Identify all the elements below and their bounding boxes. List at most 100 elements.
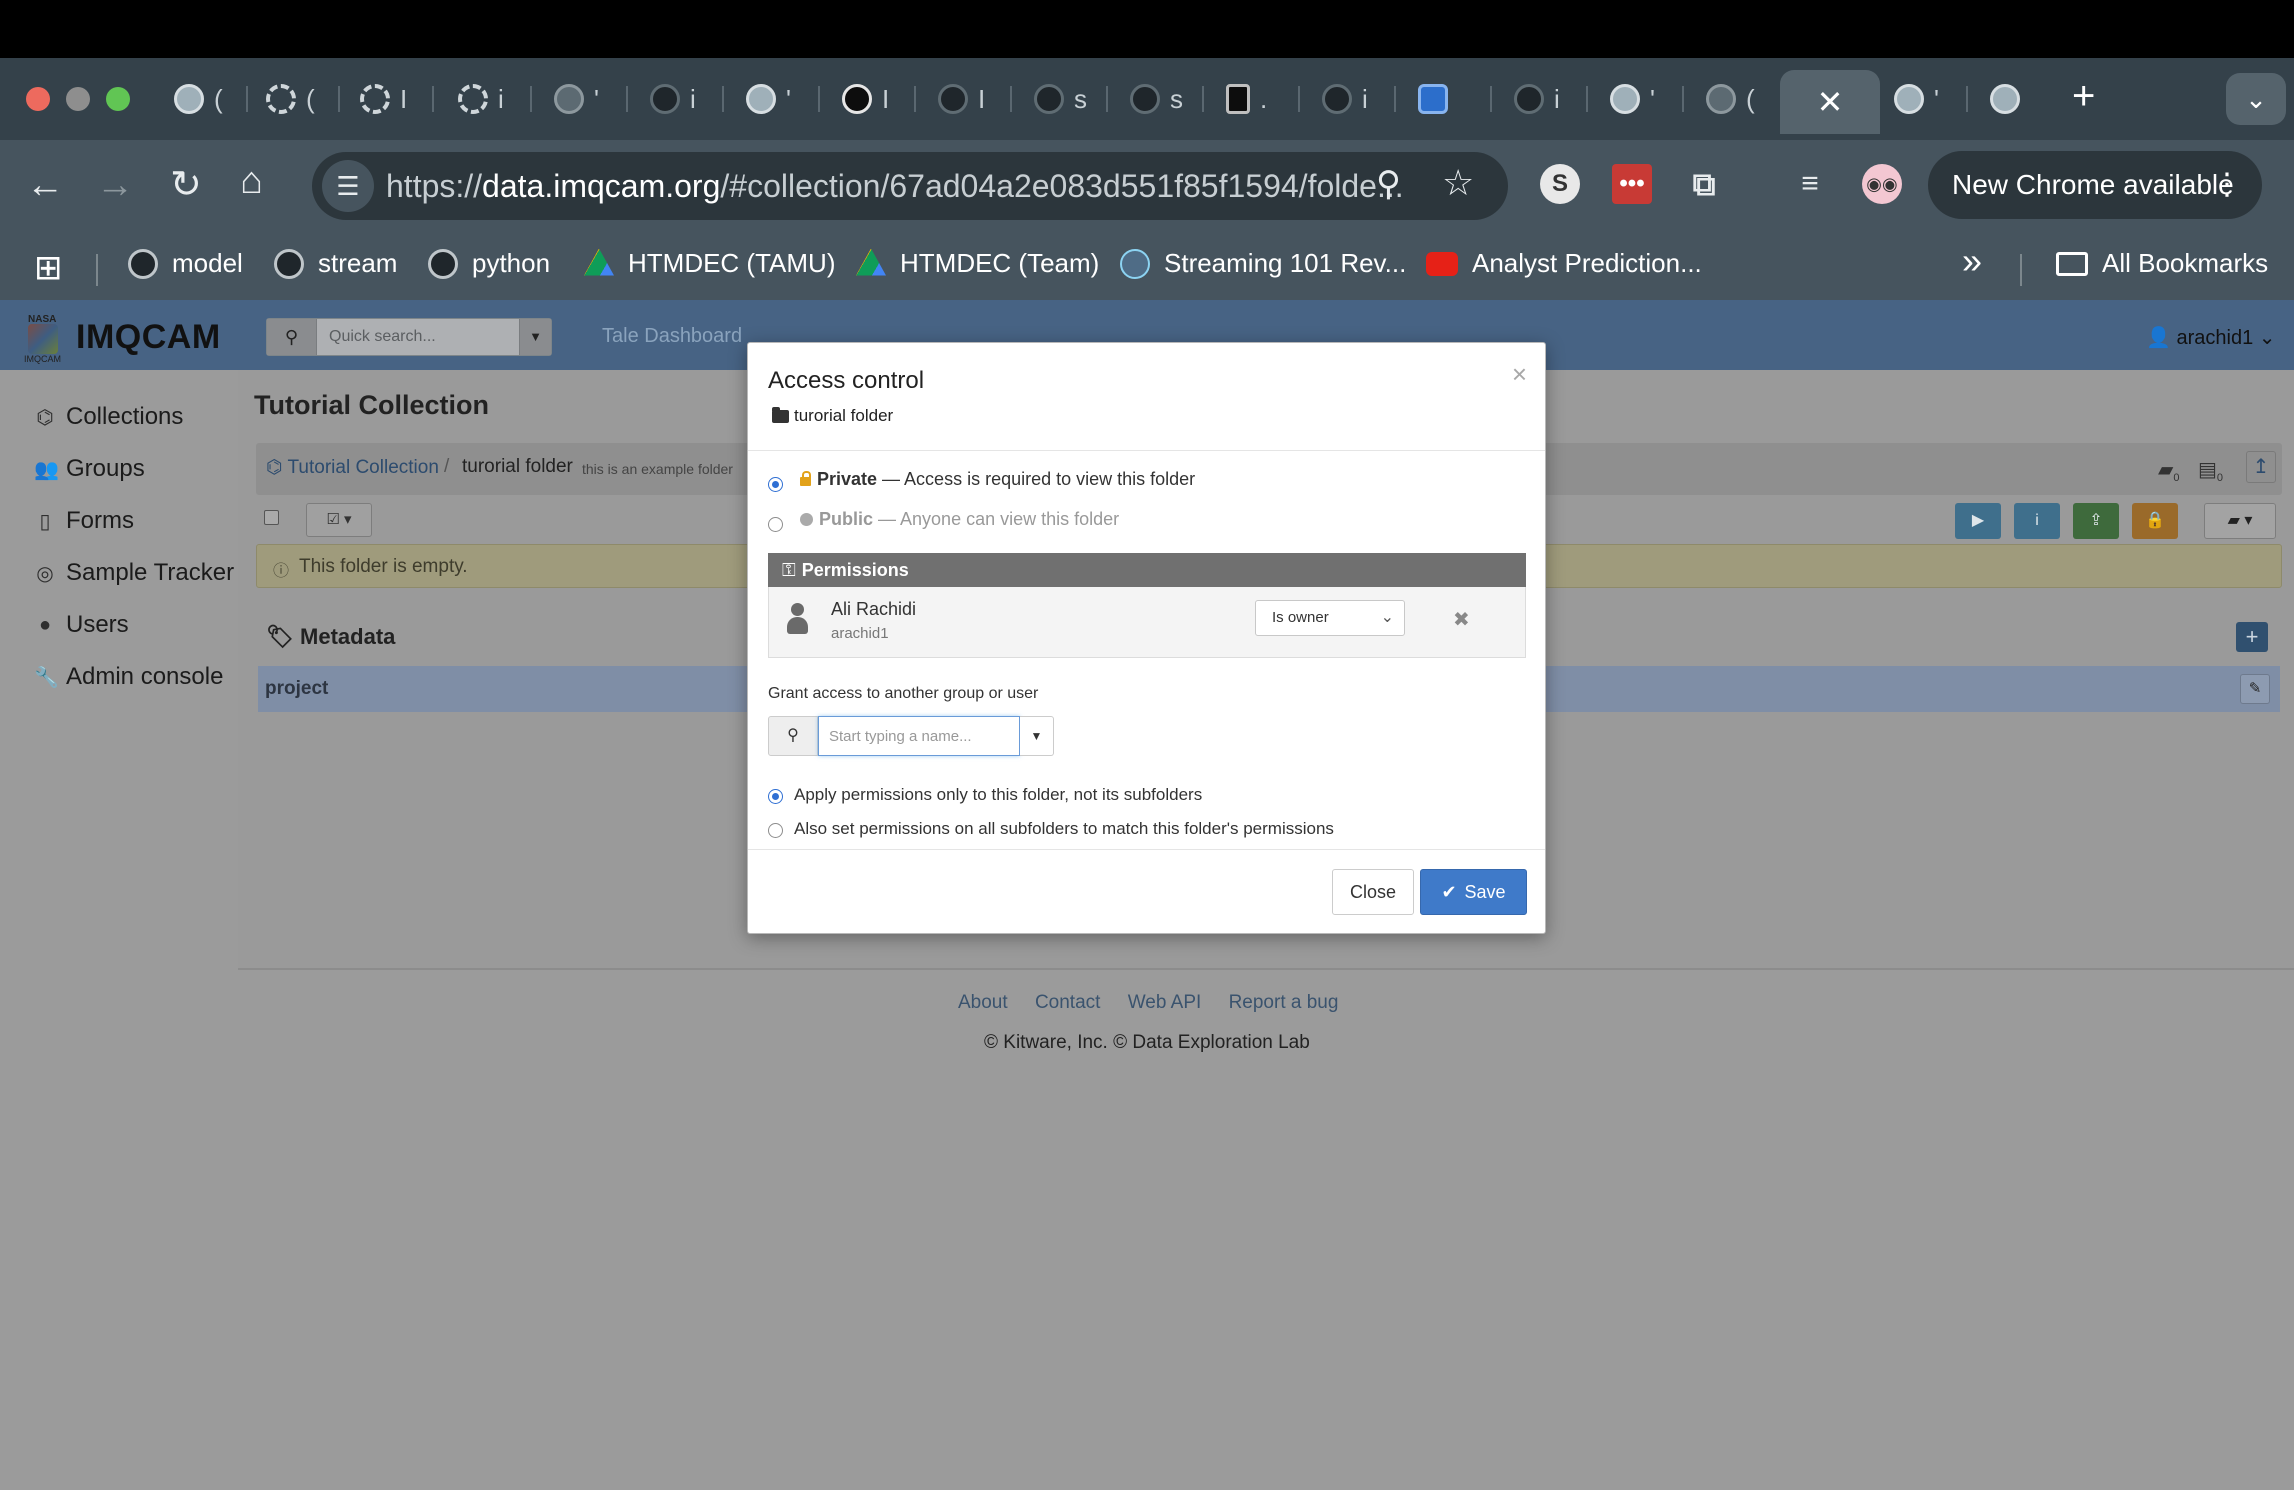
public-radio[interactable]: [768, 517, 783, 532]
close-icon[interactable]: ×: [1512, 361, 1527, 387]
all-bookmarks[interactable]: All Bookmarks: [2056, 248, 2268, 279]
private-option-label[interactable]: Private — Access is required to view thi…: [800, 469, 1195, 490]
window-close-button[interactable]: [26, 87, 50, 111]
tab-search-chevron-icon[interactable]: ⌄: [2226, 73, 2286, 125]
sidebar-item-forms[interactable]: ▯ Forms: [34, 507, 134, 535]
extension-s-icon[interactable]: S: [1540, 164, 1580, 204]
window-minimize-button[interactable]: [66, 87, 90, 111]
browser-tab[interactable]: [1404, 76, 1492, 122]
site-settings-icon[interactable]: ☰: [322, 160, 374, 212]
extensions-puzzle-icon[interactable]: ⧉: [1684, 164, 1724, 204]
tale-dashboard-link[interactable]: Tale Dashboard: [602, 325, 742, 348]
reload-icon[interactable]: ↻: [170, 162, 202, 207]
apply-recursive-label[interactable]: Also set permissions on all subfolders t…: [794, 819, 1334, 839]
upload-button[interactable]: ⇪: [2073, 503, 2119, 539]
permission-level-select[interactable]: Is owner ⌄: [1255, 600, 1405, 636]
bookmark-streaming-101[interactable]: Streaming 101 Rev...: [1120, 248, 1406, 279]
grant-access-input[interactable]: [818, 716, 1020, 756]
add-metadata-button[interactable]: +: [2236, 622, 2268, 652]
bookmark-stream[interactable]: stream: [274, 248, 397, 279]
breadcrumb-collection-link[interactable]: ⌬ Tutorial Collection: [266, 456, 439, 479]
app-logo-text[interactable]: IMQCAM: [76, 318, 221, 357]
bookmark-model[interactable]: model: [128, 248, 243, 279]
new-tab-button[interactable]: +: [2072, 74, 2095, 119]
sidebar-item-admin-console[interactable]: 🔧 Admin console: [34, 663, 223, 691]
footer-link-report-bug[interactable]: Report a bug: [1229, 992, 1339, 1013]
play-button[interactable]: ▶: [1955, 503, 2001, 539]
checked-actions-dropdown[interactable]: ☑ ▾: [306, 503, 372, 537]
url-text[interactable]: https://data.imqcam.org/#collection/67ad…: [386, 168, 1404, 205]
folder-actions-dropdown[interactable]: ▰ ▾: [2204, 503, 2276, 539]
bookmark-analyst-prediction[interactable]: Analyst Prediction...: [1426, 248, 1702, 279]
bookmark-htmdec-team[interactable]: HTMDEC (Team): [856, 248, 1099, 279]
parent-folder-arrow-icon[interactable]: ↥: [2246, 451, 2276, 483]
zoom-magnifier-icon[interactable]: ⚲: [1376, 164, 1401, 204]
quick-search-placeholder[interactable]: Quick search...: [329, 328, 436, 346]
bookmark-htmdec-tamu[interactable]: HTMDEC (TAMU): [584, 248, 835, 279]
active-browser-tab[interactable]: ✕: [1780, 70, 1880, 134]
youtube-icon: [1426, 251, 1458, 276]
new-chrome-available-button[interactable]: New Chrome available ⋮: [1928, 151, 2262, 219]
forward-arrow-icon[interactable]: →: [96, 164, 134, 207]
sidebar-item-collections[interactable]: ⌬ Collections: [34, 403, 183, 431]
footer-link-contact[interactable]: Contact: [1035, 992, 1100, 1013]
bookmark-star-icon[interactable]: ☆: [1442, 162, 1474, 204]
bookmark-python[interactable]: python: [428, 248, 550, 279]
public-option-label[interactable]: Public — Anyone can view this folder: [800, 509, 1119, 530]
address-bar[interactable]: ☰ https://data.imqcam.org/#collection/67…: [312, 152, 1508, 220]
dialog-title: Access control: [768, 367, 925, 394]
browser-tab[interactable]: i: [1500, 76, 1588, 122]
search-scope-dropdown-caret-icon[interactable]: ▼: [1020, 716, 1054, 756]
private-radio[interactable]: [768, 477, 783, 492]
sidebar-item-sample-tracker[interactable]: ◎ Sample Tracker: [34, 559, 234, 587]
browser-tab[interactable]: I: [828, 76, 916, 122]
access-control-button[interactable]: 🔒: [2132, 503, 2178, 539]
browser-tab[interactable]: ': [1880, 76, 1968, 122]
select-all-checkbox[interactable]: [264, 510, 279, 525]
browser-tab[interactable]: i: [1308, 76, 1396, 122]
browser-tab[interactable]: ': [540, 76, 628, 122]
browser-tab[interactable]: [1976, 76, 2064, 122]
folder-icon: [772, 406, 789, 423]
apply-only-radio[interactable]: [768, 789, 783, 804]
browser-tab[interactable]: .: [1212, 76, 1300, 122]
save-button[interactable]: ✔ Save: [1420, 869, 1527, 915]
bookmarks-overflow-chevron-icon[interactable]: »: [1962, 240, 1982, 282]
close-tab-icon[interactable]: ✕: [1817, 83, 1844, 121]
browser-tab[interactable]: (: [1692, 76, 1780, 122]
browser-tab[interactable]: i: [636, 76, 724, 122]
sidebar-item-groups[interactable]: 👥 Groups: [34, 455, 145, 483]
browser-tab[interactable]: i: [444, 76, 532, 122]
apps-grid-icon[interactable]: ⊞: [34, 248, 63, 288]
info-button[interactable]: i: [2014, 503, 2060, 539]
footer-link-web-api[interactable]: Web API: [1128, 992, 1202, 1013]
window-maximize-button[interactable]: [106, 87, 130, 111]
imqcam-favicon-icon: [1894, 84, 1924, 114]
permission-user-name[interactable]: Ali Rachidi: [831, 599, 916, 620]
back-arrow-icon[interactable]: ←: [26, 164, 64, 207]
sidebar-item-users[interactable]: ● Users: [34, 611, 129, 639]
remove-permission-icon[interactable]: ✖: [1453, 607, 1470, 632]
edit-pencil-icon[interactable]: ✎: [2240, 674, 2270, 704]
extension-dots-icon[interactable]: •••: [1612, 164, 1652, 204]
close-button[interactable]: Close: [1332, 869, 1414, 915]
browser-tab[interactable]: (: [160, 76, 248, 122]
more-menu-icon[interactable]: ⋮: [2212, 151, 2242, 219]
apply-recursive-radio[interactable]: [768, 823, 783, 838]
user-menu[interactable]: 👤 arachid1 ⌄: [2146, 325, 2276, 350]
browser-tab[interactable]: s: [1020, 76, 1108, 122]
browser-tab[interactable]: (: [252, 76, 340, 122]
browser-tab[interactable]: s: [1116, 76, 1204, 122]
media-controls-icon[interactable]: ≡: [1790, 164, 1830, 204]
search-dropdown-caret-icon[interactable]: ▼: [519, 319, 551, 355]
home-icon[interactable]: ⌂: [240, 160, 263, 203]
browser-tab[interactable]: I: [346, 76, 434, 122]
browser-tab[interactable]: ': [732, 76, 820, 122]
profile-avatar[interactable]: ◉◉: [1862, 164, 1902, 204]
quick-search[interactable]: ⚲ Quick search... ▼: [266, 318, 552, 356]
imqcam-logo-icon[interactable]: NASA IMQCAM: [24, 314, 66, 364]
browser-tab[interactable]: ': [1596, 76, 1684, 122]
footer-link-about[interactable]: About: [958, 992, 1008, 1013]
browser-tab[interactable]: I: [924, 76, 1012, 122]
apply-only-label[interactable]: Apply permissions only to this folder, n…: [794, 785, 1202, 805]
